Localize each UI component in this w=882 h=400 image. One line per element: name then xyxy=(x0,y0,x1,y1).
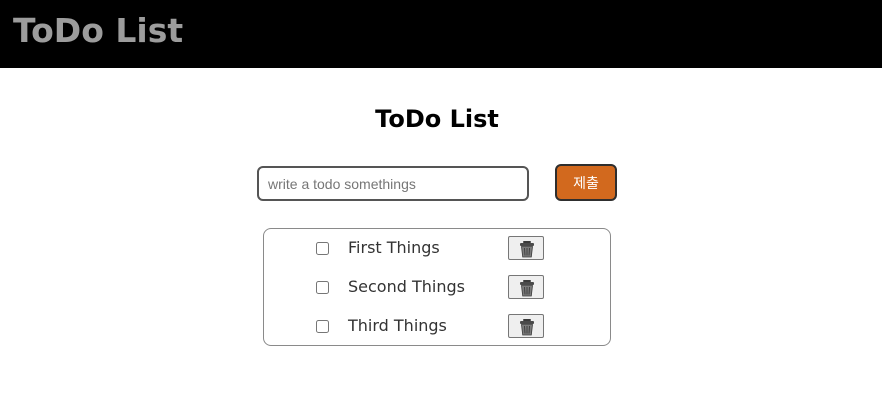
todo-list: First Things Second Things Third Things xyxy=(263,228,611,346)
todo-label: Second Things xyxy=(348,277,465,296)
trash-icon xyxy=(520,319,534,336)
delete-button[interactable] xyxy=(508,236,544,260)
delete-button[interactable] xyxy=(508,314,544,338)
submit-button[interactable]: 제출 xyxy=(555,164,617,201)
todo-checkbox[interactable] xyxy=(316,242,329,255)
todo-item: First Things xyxy=(264,234,610,264)
delete-button[interactable] xyxy=(508,275,544,299)
app-title: ToDo List xyxy=(13,11,184,50)
trash-icon xyxy=(520,280,534,297)
todo-item: Third Things xyxy=(264,312,610,342)
todo-label: Third Things xyxy=(348,316,447,335)
todo-checkbox[interactable] xyxy=(316,281,329,294)
top-bar: ToDo List xyxy=(0,0,882,68)
todo-label: First Things xyxy=(348,238,440,257)
todo-input[interactable] xyxy=(257,166,529,201)
trash-icon xyxy=(520,241,534,258)
page-title: ToDo List xyxy=(375,105,499,133)
todo-item: Second Things xyxy=(264,273,610,303)
todo-checkbox[interactable] xyxy=(316,320,329,333)
